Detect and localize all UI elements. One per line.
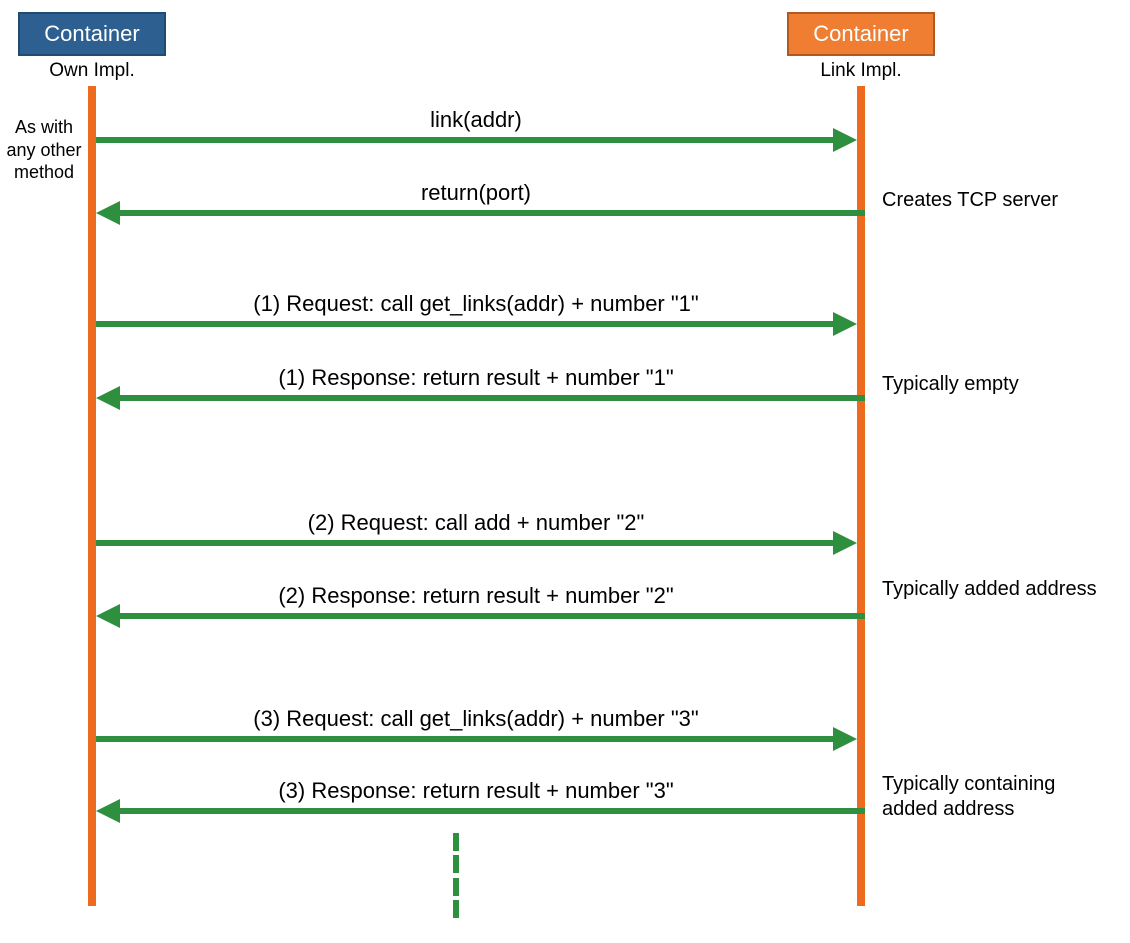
msg-3-arrow [120, 395, 865, 401]
msg-4-arrow [96, 540, 833, 546]
msg-7-label: (3) Response: return result + number "3" [96, 778, 856, 804]
msg-6-arrowhead-icon [833, 727, 857, 751]
msg-4-label: (2) Request: call add + number "2" [96, 510, 856, 536]
msg-5-arrow [120, 613, 865, 619]
msg-2-label: (1) Request: call get_links(addr) + numb… [96, 291, 856, 317]
msg-5-arrowhead-icon [96, 604, 120, 628]
msg-6-label: (3) Request: call get_links(addr) + numb… [96, 706, 856, 732]
msg-3-right-note: Typically empty [882, 372, 1112, 397]
participant-right-subtitle: Link Impl. [787, 60, 935, 82]
msg-5-label: (2) Response: return result + number "2" [96, 583, 856, 609]
msg-7-right-note: Typically containing added address [882, 772, 1112, 822]
msg-1-arrow [120, 210, 865, 216]
msg-2-arrowhead-icon [833, 312, 857, 336]
participant-right-title: Container [813, 21, 908, 47]
msg-0-arrow [96, 137, 833, 143]
left-note: As with any other method [0, 116, 88, 184]
msg-1-label: return(port) [96, 180, 856, 206]
msg-0-label: link(addr) [96, 107, 856, 133]
msg-7-arrow [120, 808, 865, 814]
participant-left-subtitle: Own Impl. [18, 60, 166, 82]
msg-2-arrow [96, 321, 833, 327]
participant-left-box: Container [18, 12, 166, 56]
msg-4-arrowhead-icon [833, 531, 857, 555]
lifeline-left [88, 86, 96, 906]
msg-5-right-note: Typically added address [882, 577, 1112, 602]
lifeline-right [857, 86, 865, 906]
msg-3-arrowhead-icon [96, 386, 120, 410]
participant-right-box: Container [787, 12, 935, 56]
msg-1-arrowhead-icon [96, 201, 120, 225]
msg-3-label: (1) Response: return result + number "1" [96, 365, 856, 391]
msg-0-arrowhead-icon [833, 128, 857, 152]
participant-left-title: Container [44, 21, 139, 47]
msg-1-right-note: Creates TCP server [882, 188, 1112, 213]
continuation-dashes-icon [453, 833, 459, 918]
msg-7-arrowhead-icon [96, 799, 120, 823]
msg-6-arrow [96, 736, 833, 742]
